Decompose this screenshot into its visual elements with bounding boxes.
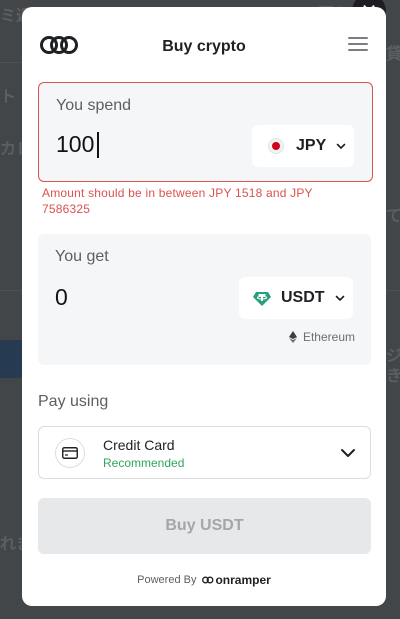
- widget-header: Buy crypto: [22, 7, 386, 83]
- network-label: Ethereum: [302, 330, 355, 344]
- chevron-down-icon: [335, 295, 344, 302]
- payment-method-select[interactable]: Credit Card Recommended: [38, 426, 371, 479]
- spend-panel: You spend JPY: [38, 82, 373, 182]
- spend-currency-select[interactable]: JPY: [252, 125, 354, 167]
- receive-amount: 0: [55, 284, 68, 310]
- receive-currency-select[interactable]: USDT: [239, 277, 353, 319]
- chevron-down-icon: [336, 143, 346, 150]
- text-caret: [97, 132, 99, 158]
- japan-flag-icon: [268, 138, 284, 154]
- background-text: 貸: [386, 44, 400, 63]
- payment-method-name: Credit Card: [103, 437, 175, 453]
- background-text: ト: [0, 87, 17, 106]
- chevron-down-icon: [341, 449, 355, 457]
- receive-panel: You get 0 USDT Ethereum: [38, 234, 371, 365]
- powered-by-label: Powered By: [137, 574, 197, 586]
- credit-card-icon: [55, 438, 85, 468]
- receive-currency-label: USDT: [281, 289, 325, 306]
- hamburger-menu-icon[interactable]: [348, 37, 368, 53]
- receive-label: You get: [55, 248, 109, 265]
- background-text: きま: [386, 366, 400, 385]
- ethereum-icon: [288, 331, 297, 343]
- background-divider: [386, 290, 400, 291]
- background-text: て: [386, 206, 400, 225]
- onramper-brand-name: onramper: [215, 573, 271, 587]
- widget-title: Buy crypto: [162, 38, 246, 55]
- recommended-tag: Recommended: [103, 456, 185, 470]
- onramper-brand: onramper: [202, 573, 271, 587]
- buy-button[interactable]: Buy USDT: [38, 498, 371, 554]
- tether-icon: [253, 292, 271, 306]
- onramper-logo-icon: [202, 576, 214, 584]
- pay-using-label: Pay using: [38, 393, 109, 410]
- background-divider: [0, 290, 22, 291]
- amount-error-message: Amount should be in between JPY 1518 and…: [42, 186, 313, 216]
- spend-currency-label: JPY: [296, 137, 327, 154]
- network-indicator: Ethereum: [288, 330, 355, 344]
- powered-by-footer: Powered By onramper: [22, 573, 386, 587]
- spend-amount-input[interactable]: [56, 131, 206, 158]
- buy-crypto-widget: Buy crypto You spend JPY Amount should b…: [22, 7, 386, 606]
- background-highlight: [0, 340, 22, 378]
- background-divider: [0, 62, 22, 63]
- spend-label: You spend: [56, 97, 132, 114]
